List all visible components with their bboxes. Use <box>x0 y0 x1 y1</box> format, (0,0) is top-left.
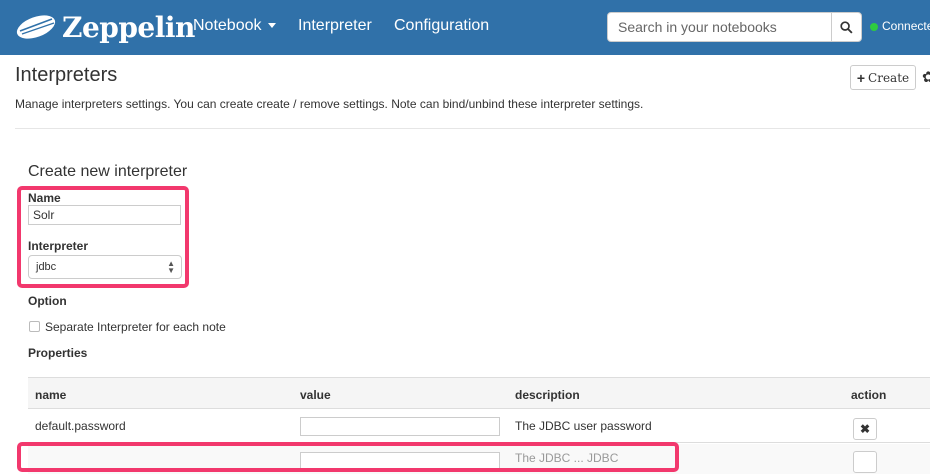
nav-notebook-dropdown[interactable]: Notebook <box>193 17 276 35</box>
add-property-button[interactable] <box>853 451 877 473</box>
option-label: Option <box>28 294 67 308</box>
create-interpreter-button[interactable]: + Create <box>850 65 916 90</box>
create-label: Create <box>868 70 910 85</box>
brand-name: Zeppelin <box>62 10 195 44</box>
table-header: name value description action <box>28 377 930 409</box>
highlight-box-property-row <box>17 442 679 472</box>
separate-interpreter-checkbox[interactable] <box>29 321 40 332</box>
table-row: default.password The JDBC user password … <box>28 409 930 443</box>
properties-label: Properties <box>28 346 88 360</box>
top-navbar: Zeppelin Notebook Interpreter Configurat… <box>0 0 930 55</box>
header-value: value <box>300 388 331 402</box>
section-title: Create new interpreter <box>28 163 188 180</box>
nav-configuration[interactable]: Configuration <box>394 17 489 35</box>
nav-interpreter[interactable]: Interpreter <box>298 17 372 35</box>
close-icon: ✖ <box>859 422 871 436</box>
header-description: description <box>515 388 580 402</box>
header-action: action <box>851 388 887 402</box>
nav-notebook-label: Notebook <box>193 17 262 34</box>
separate-interpreter-label: Separate Interpreter for each note <box>45 320 226 334</box>
connection-status: Connected <box>870 19 930 33</box>
property-description: The JDBC user password <box>515 419 652 433</box>
plus-icon: + <box>856 69 866 86</box>
search-icon <box>840 20 853 34</box>
status-dot-icon <box>870 22 878 31</box>
highlight-box-name-interpreter <box>17 186 189 288</box>
caret-down-icon <box>267 23 276 29</box>
brand-logo-link[interactable]: Zeppelin <box>14 9 195 45</box>
zeppelin-logo-icon <box>16 15 56 39</box>
status-label: Connected <box>882 19 930 33</box>
page-description: Manage interpreters settings. You can cr… <box>15 97 644 111</box>
header-name: name <box>35 388 67 402</box>
gear-icon[interactable]: ✿ <box>922 68 930 86</box>
divider <box>15 128 930 129</box>
search-input[interactable] <box>607 12 832 42</box>
property-value-input[interactable] <box>300 417 500 436</box>
remove-property-button[interactable]: ✖ <box>853 418 877 440</box>
search-button[interactable] <box>831 12 862 42</box>
property-name: default.password <box>35 419 126 433</box>
page-title: Interpreters <box>15 64 118 86</box>
